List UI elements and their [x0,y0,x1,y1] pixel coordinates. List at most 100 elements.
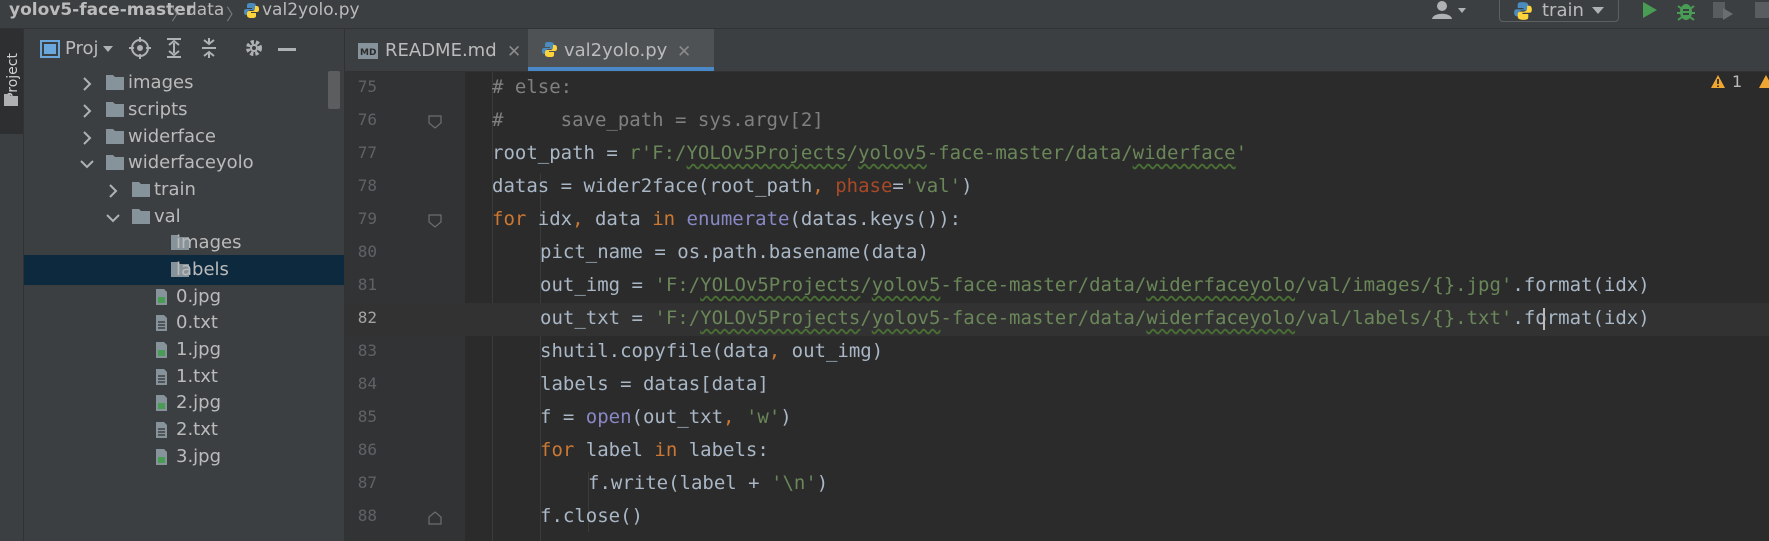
collapse-all-icon[interactable] [198,37,220,59]
image-file-icon [153,448,169,466]
line-number: 82 [357,308,377,327]
code-text: f.close() [540,505,643,527]
tree-item-label: scripts [128,99,188,120]
fold-marker-icon[interactable] [428,214,442,228]
tree-item-scripts[interactable]: scripts [24,95,344,125]
chevron-right-icon[interactable] [108,184,118,198]
python-file-icon [541,41,558,58]
text-file-icon [153,368,169,386]
code-line: 87 f.write(label + '\n') [345,468,1769,501]
code-text: root_path = r'F:/YOLOv5Projects/yolov5-f… [492,142,1247,164]
markdown-file-icon: MD [357,42,379,60]
line-number: 87 [357,473,377,492]
image-file-icon [153,288,169,306]
code-line: 84 labels = datas[data] [345,369,1769,402]
tree-item-file[interactable]: 2.jpg [24,388,344,418]
run-icon[interactable] [1641,0,1659,20]
tab-readme[interactable]: MD README.md ✕ [345,29,527,71]
tree-item-label: images [128,72,194,93]
inspection-widget[interactable]: 1 [1710,72,1769,91]
breadcrumb-file[interactable]: val2yolo.py [262,0,360,20]
project-view-icon [40,40,60,58]
line-number: 79 [357,209,377,228]
hide-panel-icon[interactable] [278,48,296,51]
tree-item-label: 1.txt [176,366,218,387]
tab-label: val2yolo.py [564,40,668,61]
code-editor[interactable]: 75 # else: 76 # save_path = sys.argv[2] … [345,72,1769,541]
project-view-title[interactable]: Proj [65,38,99,59]
chevron-right-icon[interactable] [82,131,92,145]
text-caret [1543,308,1545,330]
line-number: 83 [357,341,377,360]
code-line: 88 f.close() [345,501,1769,534]
tree-item-file[interactable]: 0.txt [24,308,344,338]
warning-icon [1758,74,1769,89]
chevron-right-icon[interactable] [82,104,92,118]
chevron-right-icon[interactable] [82,77,92,91]
line-number: 77 [357,143,377,162]
tree-item-images[interactable]: images [24,68,344,98]
fold-marker-icon[interactable] [428,511,442,525]
tool-window-stripe: Project [0,29,24,541]
breadcrumb-project[interactable]: yolov5-face-master [9,0,194,20]
chevron-down-icon[interactable] [106,213,120,223]
code-text: out_img = 'F:/YOLOv5Projects/yolov5-face… [540,274,1650,296]
folder-icon [105,154,125,171]
line-number: 75 [357,77,377,96]
warning-count: 1 [1732,72,1743,91]
tree-item-label: widerface [128,126,216,147]
tree-item-file[interactable]: 3.jpg [24,442,344,472]
folder-icon [3,93,19,107]
tab-val2yolo[interactable]: val2yolo.py ✕ [528,29,714,71]
tree-item-widerfaceyolo[interactable]: widerfaceyolo [24,148,344,178]
expand-all-icon[interactable] [163,37,185,59]
debug-icon[interactable] [1675,0,1697,22]
run-with-coverage-icon[interactable] [1711,0,1737,22]
breadcrumb-folder[interactable]: data [186,0,224,20]
line-number: 88 [357,506,377,525]
chevron-down-icon[interactable] [80,159,94,169]
line-number: 81 [357,275,377,294]
line-number: 80 [357,242,377,261]
code-text: datas = wider2face(root_path, phase='val… [492,175,973,197]
code-line: 85 f = open(out_txt, 'w') [345,402,1769,435]
line-number: 76 [357,110,377,129]
tree-item-file[interactable]: 2.txt [24,415,344,445]
project-panel: Proj images scripts widerface widerfacey… [24,29,345,541]
folder-icon [131,181,151,198]
tree-item-label: 2.jpg [176,392,222,413]
breadcrumb-separator: 〉 [171,5,188,24]
user-icon[interactable] [1431,1,1471,21]
locate-icon[interactable] [129,37,151,59]
image-file-icon [153,341,169,359]
folder-icon [105,101,125,118]
image-file-icon [153,394,169,412]
fold-marker-icon[interactable] [428,115,442,129]
line-number: 78 [357,176,377,195]
code-text: labels = datas[data] [540,373,769,395]
line-number: 86 [357,440,377,459]
chevron-down-icon[interactable] [103,46,113,53]
more-actions-icon[interactable] [1755,0,1769,22]
code-text: for label in labels: [540,439,769,461]
code-line: 79 for idx, data in enumerate(datas.keys… [345,204,1769,237]
tree-item-val-labels[interactable]: labels [24,255,344,285]
tree-item-label: 3.jpg [176,446,222,467]
code-text: f.write(label + '\n') [588,472,829,494]
close-icon[interactable]: ✕ [677,42,691,62]
tree-item-label: val [154,206,181,227]
python-file-icon [243,2,260,19]
project-tool-window-button[interactable]: Project [0,29,23,134]
tree-item-file[interactable]: 1.jpg [24,335,344,365]
close-icon[interactable]: ✕ [507,42,521,62]
tree-item-label: 0.txt [176,312,218,333]
gear-icon[interactable] [243,37,265,59]
code-text: shutil.copyfile(data, out_img) [540,340,884,362]
project-scrollbar[interactable] [328,71,340,109]
folder-icon [105,74,125,91]
tree-item-label: labels [176,259,229,280]
tree-item-train[interactable]: train [24,175,344,205]
run-configuration-dropdown[interactable]: train [1499,0,1619,22]
run-config-label: train [1542,0,1584,21]
tree-item-val-images[interactable]: images [24,228,344,258]
